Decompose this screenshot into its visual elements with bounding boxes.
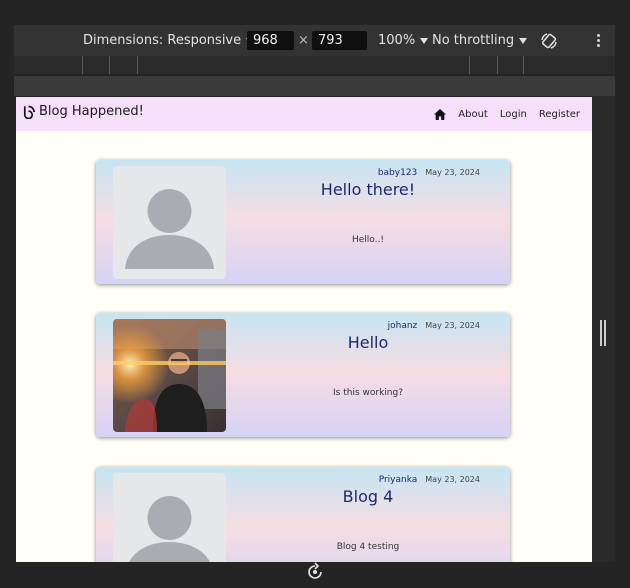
nav-login-link[interactable]: Login: [500, 109, 527, 120]
times-separator: ×: [298, 33, 309, 48]
post-thumbnail: [113, 166, 226, 279]
post-author[interactable]: baby123: [378, 168, 417, 178]
post-body: Blog 4 testing: [336, 542, 400, 552]
site-navbar: Blog Happened! About Login Register: [16, 97, 592, 131]
post-meta: baby123 May 23, 2024: [378, 168, 480, 178]
media-query-bar[interactable]: [14, 56, 615, 74]
post-title[interactable]: Blog 4: [226, 487, 510, 506]
zoom-dropdown[interactable]: 100%: [378, 25, 429, 56]
home-icon[interactable]: [434, 108, 447, 120]
post-date: May 23, 2024: [425, 475, 480, 484]
post-card[interactable]: johanz May 23, 2024 Hello Is this workin…: [96, 313, 510, 437]
post-date: May 23, 2024: [425, 168, 480, 177]
rotate-button[interactable]: [539, 25, 559, 56]
width-input[interactable]: 968: [247, 31, 294, 50]
more-options-icon[interactable]: [597, 34, 601, 48]
nav-about-link[interactable]: About: [458, 109, 488, 120]
post-meta: johanz May 23, 2024: [388, 321, 480, 331]
post-card[interactable]: Priyanka May 23, 2024 Blog 4 Blog 4 test…: [96, 467, 510, 562]
post-author[interactable]: Priyanka: [379, 475, 418, 485]
nav-links: About Login Register: [434, 97, 580, 131]
default-avatar-icon: [129, 496, 210, 562]
brand-link[interactable]: Blog Happened!: [22, 104, 144, 119]
post-thumbnail: [113, 473, 226, 562]
photo-image: [113, 319, 226, 432]
post-title[interactable]: Hello: [226, 333, 510, 352]
brand-logo-icon: [23, 105, 35, 119]
chevron-down-icon: [420, 37, 429, 44]
post-meta: Priyanka May 23, 2024: [379, 475, 480, 485]
throttling-label: No throttling: [432, 33, 515, 48]
dimensions-label: Dimensions: Responsive: [83, 33, 242, 48]
zoom-label: 100%: [378, 33, 416, 48]
post-title[interactable]: Hello there!: [226, 180, 510, 199]
height-input[interactable]: 793: [312, 31, 367, 50]
resize-handle-bottom-icon[interactable]: [304, 561, 326, 583]
device-toolbar: Dimensions: Responsive 968 × 793 100% No…: [14, 25, 615, 57]
rotate-icon: [541, 32, 557, 49]
post-body: Is this working?: [333, 388, 403, 398]
throttling-dropdown[interactable]: No throttling: [432, 25, 528, 56]
chevron-down-icon: [519, 37, 528, 44]
post-body: Hello..!: [352, 235, 384, 245]
default-avatar-icon: [125, 189, 214, 269]
post-thumbnail: [113, 319, 226, 432]
resize-handle-right[interactable]: [592, 96, 615, 562]
page-viewport: Blog Happened! About Login Register baby…: [16, 97, 592, 562]
post-card[interactable]: baby123 May 23, 2024 Hello there! Hello.…: [96, 160, 510, 284]
ruler: [14, 76, 615, 96]
post-date: May 23, 2024: [425, 321, 480, 330]
dimensions-dropdown[interactable]: Dimensions: Responsive: [83, 25, 255, 56]
nav-register-link[interactable]: Register: [539, 109, 580, 120]
brand-name: Blog Happened!: [39, 104, 144, 119]
post-author[interactable]: johanz: [388, 321, 418, 331]
